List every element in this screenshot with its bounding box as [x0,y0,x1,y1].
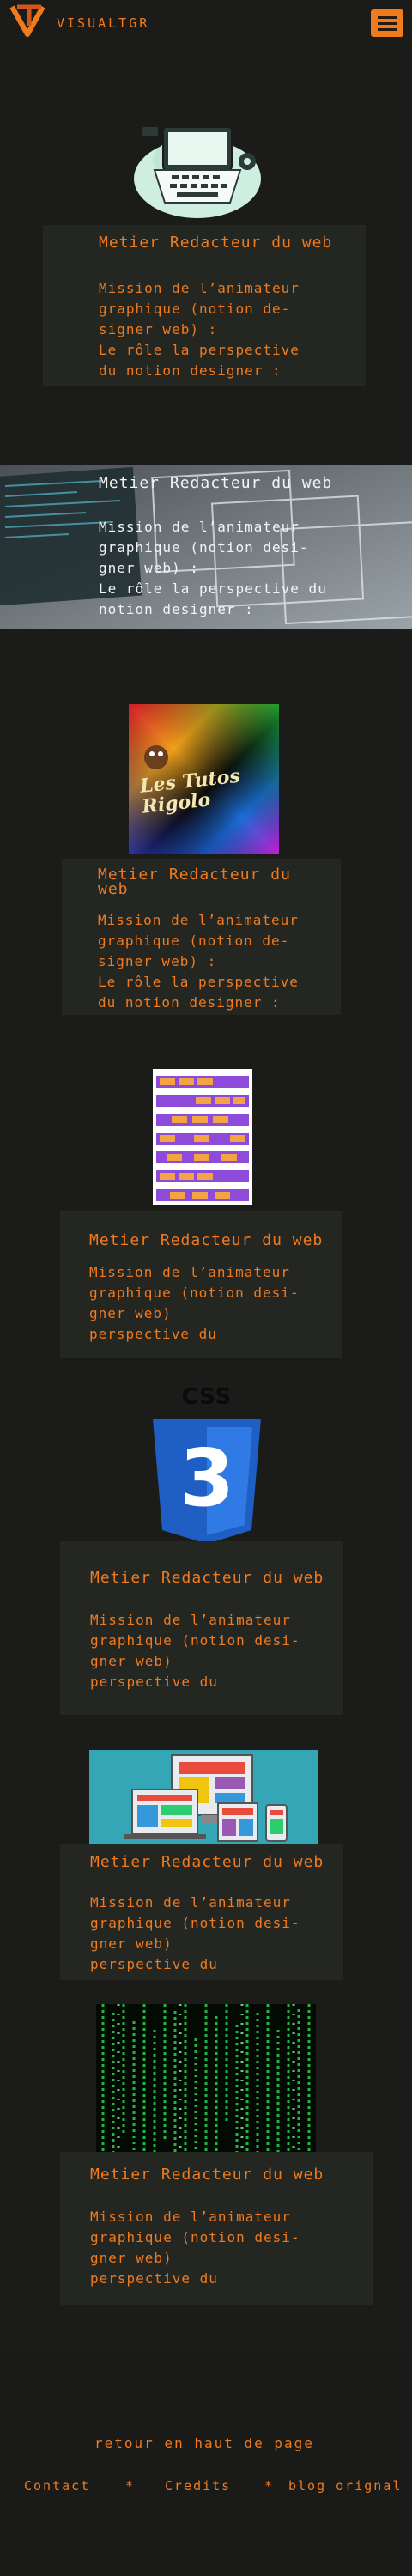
back-to-top-link[interactable]: retour en haut de page [94,2435,314,2451]
brand-name[interactable]: VISUALTGR [57,15,149,31]
card-text: Mission de l’animateur graphique (notion… [98,912,299,1011]
css-label: CSS [181,1384,233,1410]
responsive-devices-illustration [89,1750,318,1844]
card-text: Mission de l’animateur graphique (notion… [90,2208,300,2287]
card-text: Mission de l’animateur graphique (notion… [99,280,300,379]
css-number: 3 [179,1432,234,1524]
card-text: Mission de l’animateur graphique (notion… [90,1612,300,1690]
footer-link-credits[interactable]: Credits [165,2478,231,2494]
card-text: Mission de l’animateur graphique (notion… [89,1264,300,1342]
article-card: Metier Redacteur du web Mission de l’ani… [60,1541,343,1715]
tutos-rigolo-logo: Les Tutos Rigolo [129,704,279,854]
footer-link-blog-original[interactable]: blog orignal [288,2478,402,2494]
card-title[interactable]: Metier Redacteur du web [99,235,339,251]
banner-text: Mission de l’animateur graphique (notion… [99,519,327,617]
matrix-code-image [96,2004,316,2152]
flexbox-illustration [153,1069,252,1205]
article-card: Metier Redacteur du web Mission de l’ani… [62,859,341,1015]
site-header: VISUALTGR [0,0,412,45]
card-text: Mission de l’animateur graphique (notion… [90,1894,300,1972]
card-title[interactable]: Metier Redacteur du web [90,2167,324,2183]
card-title[interactable]: Metier Redacteur du web [98,867,330,897]
site-footer [0,2353,412,2576]
code-banner-image: Metier Redacteur du web Mission de l’ani… [0,465,412,629]
css3-logo: CSS 3 [151,1384,263,1547]
vt-logo-icon[interactable] [9,3,48,38]
banner-title[interactable]: Metier Redacteur du web [99,476,332,491]
article-card: Metier Redacteur du web Mission de l’ani… [60,2152,373,2305]
article-card: Metier Redacteur du web Mission de l’ani… [60,1844,343,1980]
card-title[interactable]: Metier Redacteur du web [90,1571,324,1586]
article-card: Metier Redacteur du web Mission de l’ani… [43,225,366,386]
card-title[interactable]: Metier Redacteur du web [90,1855,324,1870]
card-title[interactable]: Metier Redacteur du web [89,1233,323,1249]
hamburger-menu-icon[interactable] [371,9,403,37]
laptop-illustration [129,110,266,222]
footer-link-contact[interactable]: Contact [24,2478,90,2494]
footer-separator: * [264,2478,273,2494]
article-card: Metier Redacteur du web Mission de l’ani… [60,1211,342,1358]
footer-separator: * [125,2478,134,2494]
